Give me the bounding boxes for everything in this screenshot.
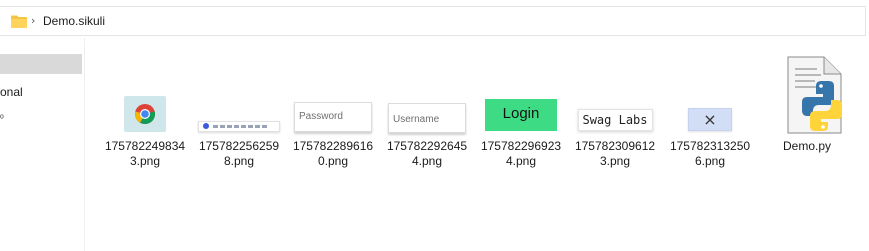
username-field-thumbnail: Username <box>388 103 466 133</box>
address-bar[interactable]: › Demo.sikuli <box>0 6 866 36</box>
file-item[interactable]: 175782256259 8.png <box>193 52 285 172</box>
file-item[interactable]: Demo.py <box>761 52 853 172</box>
file-item[interactable]: Swag Labs 175782309612 3.png <box>569 52 661 172</box>
file-item[interactable]: Password 175782289616 0.png <box>287 52 379 172</box>
file-name: 175782289616 0.png <box>292 139 374 168</box>
search-bar-thumbnail <box>198 121 280 132</box>
close-icon: × <box>703 110 717 129</box>
file-name: 175782309612 3.png <box>574 139 656 168</box>
swag-labs-thumbnail: Swag Labs <box>577 109 653 131</box>
file-item[interactable]: Login 175782296923 4.png <box>475 52 567 172</box>
close-button-thumbnail: × <box>688 108 732 131</box>
folder-icon <box>11 15 27 28</box>
login-label: Login <box>502 105 540 122</box>
search-placeholder-text <box>213 125 269 128</box>
baidu-icon <box>203 123 209 129</box>
chrome-logo-thumbnail <box>124 96 166 132</box>
file-item[interactable]: Username 175782292645 4.png <box>381 52 473 172</box>
username-placeholder: Username <box>393 114 440 125</box>
password-placeholder: Password <box>299 111 343 122</box>
nav-item-selected[interactable] <box>0 54 82 74</box>
login-button-thumbnail: Login <box>485 99 557 131</box>
file-item[interactable]: × 175782313250 6.png <box>664 52 756 172</box>
python-file-icon <box>787 56 842 134</box>
file-name: 175782313250 6.png <box>669 139 751 168</box>
file-name: 175782292645 4.png <box>386 139 468 168</box>
file-name: 175782296923 4.png <box>480 139 562 168</box>
file-name: 175782249834 3.png <box>104 139 186 168</box>
chrome-icon <box>134 104 156 125</box>
file-name: 175782256259 8.png <box>198 139 280 168</box>
swag-labs-label: Swag Labs <box>582 113 648 127</box>
file-name: Demo.py <box>782 139 832 153</box>
password-field-thumbnail: Password <box>294 102 372 132</box>
navigation-pane: onal ᵒ <box>0 38 85 251</box>
breadcrumb-separator: › <box>31 14 36 27</box>
nav-item-icon[interactable]: ᵒ <box>0 113 4 124</box>
breadcrumb-current-folder[interactable]: Demo.sikuli <box>43 14 105 28</box>
file-item[interactable]: 175782249834 3.png <box>99 52 191 172</box>
nav-item-label[interactable]: onal <box>0 85 23 99</box>
